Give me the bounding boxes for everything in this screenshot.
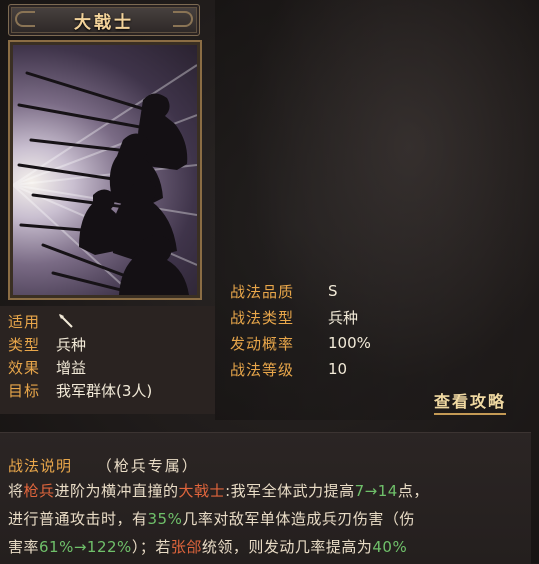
scroll-ornament-left-icon [15,11,35,27]
desc-text: ）；若 [131,538,171,556]
desc-highlight-name: 大戟士 [178,482,226,500]
desc-highlight-general: 张郃 [170,538,202,556]
type-value: 兵种 [56,335,87,354]
type-row: 类型 兵种 [8,333,86,355]
type-label: 类型 [8,335,41,354]
effect-label: 效果 [8,358,41,377]
category-row: 战法类型 兵种 [230,306,358,328]
desc-text: :我军全体武力提高 [225,482,355,500]
quality-value: S [328,282,338,300]
desc-text: 将 [8,482,24,500]
desc-text: 统领，则发动几率提高为 [201,538,373,556]
desc-highlight-troop: 枪兵 [23,482,55,500]
description-subtitle: （枪兵专属） [96,457,199,475]
description-line-2: 进行普通攻击时，有35%几率对敌军单体造成兵刃伤害（伤 [8,508,415,529]
desc-text: 点， [397,482,429,500]
desc-text: 害率 [8,538,40,556]
desc-highlight-value: 61%→122% [39,538,132,556]
effect-value: 增益 [56,358,87,377]
target-row: 目标 我军群体(3人) [8,379,152,401]
apply-label: 适用 [8,312,41,331]
target-label: 目标 [8,381,41,400]
description-line-1: 将枪兵进阶为横冲直撞的大戟士:我军全体武力提高7→14点， [8,480,429,501]
view-guide-link[interactable]: 查看攻略 [434,388,507,415]
level-value: 10 [328,360,348,378]
target-value: 我军群体(3人) [56,381,153,400]
scroll-ornament-right-icon [173,11,193,27]
quality-row: 战法品质 S [230,280,338,302]
silhouette-infantry-art [13,45,197,295]
desc-highlight-value: 7→14 [354,482,398,500]
level-label: 战法等级 [230,360,295,379]
category-value: 兵种 [328,308,359,327]
desc-text: 几率对敌军单体造成兵刃伤害（伤 [182,510,415,528]
tactic-info-panel: 适用 类型 兵种 效果 增益 目标 我军群体(3人) [0,306,215,414]
infantry-silhouette-icon [13,64,197,295]
trigger-value: 100% [328,334,371,352]
description-line-3: 害率61%→122%）；若张郃统领，则发动几率提高为40% [8,536,407,557]
background-scene [215,0,539,420]
quality-label: 战法品质 [230,282,295,301]
description-header: 战法说明 （枪兵专属） [8,455,199,476]
desc-text: 进阶为横冲直撞的 [54,482,179,500]
category-label: 战法类型 [230,308,295,327]
desc-highlight-value: 35% [147,510,183,528]
effect-row: 效果 增益 [8,356,86,378]
desc-text: 进行普通攻击时，有 [8,510,148,528]
level-row: 战法等级 10 [230,358,347,380]
spear-icon [58,313,74,329]
description-panel: 战法说明 （枪兵专属） 将枪兵进阶为横冲直撞的大戟士:我军全体武力提高7→14点… [0,432,531,564]
tactic-title: 大戟士 [74,12,134,33]
trigger-row: 发动概率 100% [230,332,371,354]
trigger-label: 发动概率 [230,334,295,353]
desc-highlight-value: 40% [372,538,408,556]
tactic-title-banner: 大戟士 [8,4,200,36]
tactic-card [8,40,202,300]
apply-row: 适用 [8,310,74,332]
description-title: 战法说明 [8,457,73,475]
